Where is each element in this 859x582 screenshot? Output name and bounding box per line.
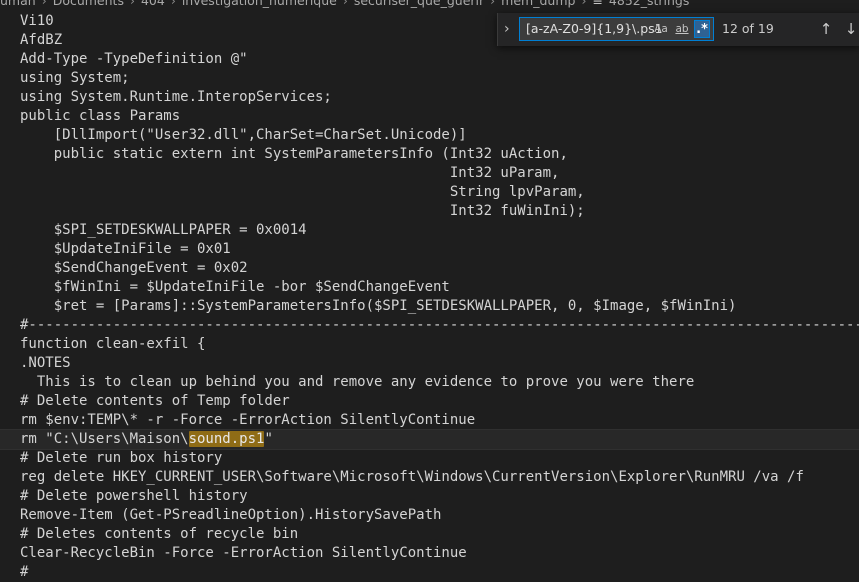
- code-editor[interactable]: Vi10 AfdBZ Add-Type -TypeDefinition @" u…: [0, 12, 859, 582]
- code-line[interactable]: function clean-exfil {: [0, 335, 859, 354]
- breadcrumb-item[interactable]: 404: [141, 0, 165, 8]
- code-line[interactable]: $ret = [Params]::SystemParametersInfo($S…: [0, 297, 859, 316]
- code-line[interactable]: #: [0, 563, 859, 582]
- code-line[interactable]: Clear-RecycleBin -Force -ErrorAction Sil…: [0, 544, 859, 563]
- find-input-value[interactable]: [a-zA-Z0-9]{1,9}\.ps1: [526, 18, 663, 40]
- code-line[interactable]: $fWinIni = $UpdateIniFile -bor $SendChan…: [0, 278, 859, 297]
- code-line[interactable]: [DllImport("User32.dll",CharSet=CharSet.…: [0, 126, 859, 145]
- text-file-icon: ≡: [592, 0, 603, 8]
- code-line[interactable]: public static extern int SystemParameter…: [0, 145, 859, 164]
- code-line[interactable]: $SPI_SETDESKWALLPAPER = 0x0014: [0, 221, 859, 240]
- match-case-icon[interactable]: Aa: [652, 21, 670, 37]
- chevron-right-icon: ›: [170, 0, 176, 8]
- search-match-highlight: sound.ps1: [188, 431, 265, 447]
- code-line[interactable]: #---------------------------------------…: [0, 316, 859, 335]
- breadcrumb-item[interactable]: securiser_que_guerir: [354, 0, 484, 8]
- code-line[interactable]: reg delete HKEY_CURRENT_USER\Software\Mi…: [0, 468, 859, 487]
- code-line[interactable]: using System.Runtime.InteropServices;: [0, 88, 859, 107]
- code-line[interactable]: .NOTES: [0, 354, 859, 373]
- code-line[interactable]: using System;: [0, 69, 859, 88]
- code-line[interactable]: $SendChangeEvent = 0x02: [0, 259, 859, 278]
- regex-icon[interactable]: .*: [694, 20, 710, 38]
- code-line[interactable]: String lpvParam,: [0, 183, 859, 202]
- code-line[interactable]: rm $env:TEMP\* -r -Force -ErrorAction Si…: [0, 411, 859, 430]
- code-line[interactable]: This is to clean up behind you and remov…: [0, 373, 859, 392]
- whole-word-icon[interactable]: ab: [673, 21, 691, 37]
- chevron-right-icon: ›: [581, 0, 587, 8]
- chevron-right-icon: ›: [490, 0, 496, 8]
- code-line[interactable]: public class Params: [0, 107, 859, 126]
- breadcrumb-item[interactable]: investigation_numerique: [182, 0, 337, 8]
- arrow-down-icon[interactable]: ↓: [841, 19, 859, 39]
- breadcrumb: uman › Documents › 404 › investigation_numeriq…: [0, 0, 859, 9]
- code-line[interactable]: # Deletes contents of recycle bin: [0, 525, 859, 544]
- breadcrumb-item[interactable]: uman: [0, 0, 36, 8]
- code-line[interactable]: Int32 fuWinIni);: [0, 202, 859, 221]
- code-line[interactable]: $UpdateIniFile = 0x01: [0, 240, 859, 259]
- breadcrumb-item[interactable]: Documents: [53, 0, 124, 8]
- find-widget: › [a-zA-Z0-9]{1,9}\.ps1 Aa ab .* 12 of 1…: [497, 13, 859, 46]
- code-line[interactable]: # Delete contents of Temp folder: [0, 392, 859, 411]
- code-line[interactable]: Remove-Item (Get-PSreadlineOption).Histo…: [0, 506, 859, 525]
- chevron-right-icon: ›: [342, 0, 348, 8]
- find-input[interactable]: [a-zA-Z0-9]{1,9}\.ps1 Aa ab .*: [519, 17, 714, 41]
- arrow-up-icon[interactable]: ↑: [816, 19, 836, 39]
- match-line-before: rm "C:\Users\Maison\: [20, 431, 189, 447]
- breadcrumb-file[interactable]: 4852_strings: [609, 0, 689, 8]
- code-line[interactable]: # Delete run box history: [0, 449, 859, 468]
- code-line-current-match[interactable]: rm "C:\Users\Maison\sound.ps1": [0, 429, 859, 450]
- code-line[interactable]: Add-Type -TypeDefinition @": [0, 50, 859, 69]
- code-line[interactable]: # Delete powershell history: [0, 487, 859, 506]
- match-line-after: ": [264, 431, 273, 447]
- breadcrumb-item[interactable]: mem_dump: [501, 0, 575, 8]
- code-line[interactable]: Int32 uParam,: [0, 164, 859, 183]
- chevron-right-icon: ›: [129, 0, 135, 8]
- chevron-right-icon: ›: [41, 0, 47, 8]
- toggle-replace-icon[interactable]: ›: [504, 21, 518, 37]
- match-count: 12 of 19: [722, 21, 774, 36]
